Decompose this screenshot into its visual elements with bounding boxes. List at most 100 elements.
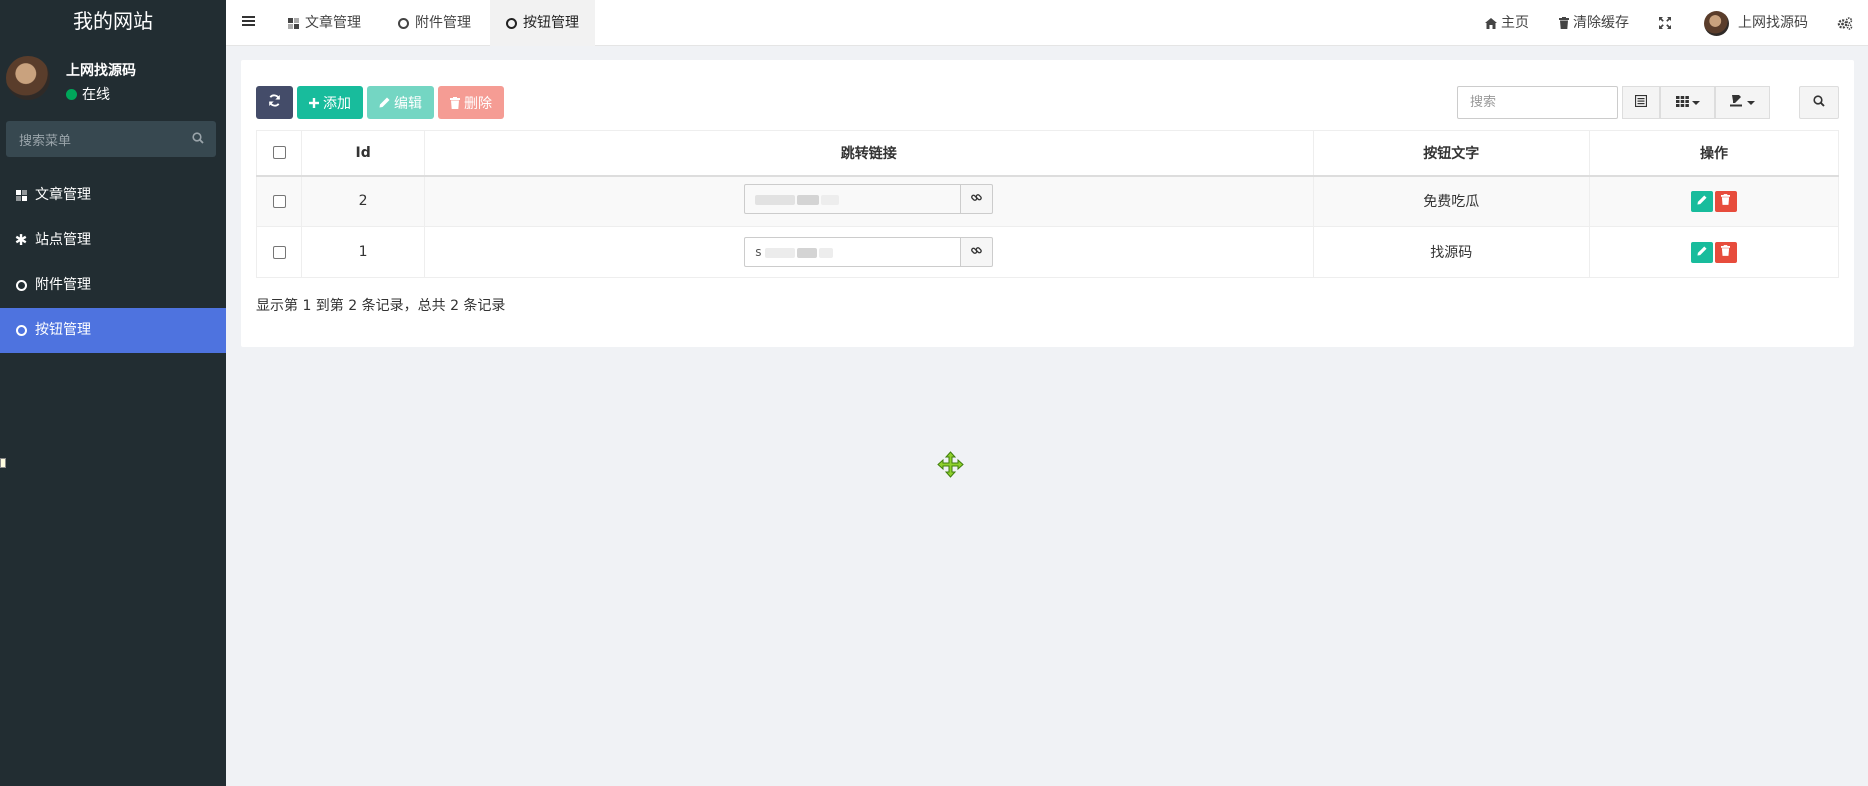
columns-dropdown-button[interactable] [1660,86,1715,119]
site-logo[interactable]: 我的网站 [0,0,226,44]
status-text: 在线 [82,87,110,103]
tab-attachments[interactable]: 附件管理 [382,0,487,46]
sidebar-item-buttons[interactable]: 按钮管理 [0,308,226,353]
refresh-icon [268,94,281,111]
avatar [1704,10,1729,36]
redacted-mark [821,195,840,206]
settings-icon[interactable] [1837,0,1853,46]
move-cursor-icon [937,451,964,482]
resize-handle[interactable] [0,458,6,468]
add-label: 添加 [323,95,351,112]
open-link-button[interactable] [961,184,994,215]
dashboard-icon [14,189,28,203]
link-value: s [755,245,762,259]
row-select-cell [255,226,303,278]
search-toggle-button[interactable] [1799,86,1839,119]
row-checkbox[interactable] [272,194,286,208]
home-icon [1485,17,1497,29]
trash-icon [1721,244,1731,260]
actions-cell [1588,226,1840,278]
row-delete-button[interactable] [1714,190,1737,212]
home-link[interactable]: 主页 [1485,0,1529,46]
redacted-mark [755,195,796,206]
tab-label: 文章管理 [305,15,361,31]
content-panel: 添加 编辑 删除 搜索 Id 跳转链接 按钮文字 操作 2 免费吃瓜 1 s 找… [241,60,1854,347]
trash-icon [450,96,460,109]
redacted-mark [765,248,796,258]
refresh-button[interactable] [256,86,293,119]
row-edit-button[interactable] [1690,241,1713,263]
user-name: 上网找源码 [66,63,136,79]
tab-buttons[interactable]: 按钮管理 [490,0,595,46]
text-cell: 免费吃瓜 [1312,175,1590,227]
sidebar-item-articles[interactable]: 文章管理 [0,173,226,218]
id-cell: 2 [301,175,425,227]
edit-button[interactable]: 编辑 [367,86,434,119]
sidebar-item-sites[interactable]: ✱ 站点管理 [0,218,226,263]
clear-cache-button[interactable]: 清除缓存 [1559,0,1629,46]
online-dot-icon [66,89,77,100]
avatar [6,56,50,100]
clear-cache-label: 清除缓存 [1573,15,1629,31]
topbar-username: 上网找源码 [1738,15,1808,31]
user-panel: 上网找源码 在线 [0,44,226,104]
link-icon [971,191,983,207]
table-search-input[interactable]: 搜索 [1457,86,1618,119]
export-dropdown-button[interactable] [1715,86,1770,119]
sidebar-item-label: 附件管理 [35,277,91,293]
export-icon [1730,94,1744,111]
table-row: 1 s 找源码 [255,226,1840,278]
table-row: 2 免费吃瓜 [255,175,1840,227]
redacted-mark [797,195,820,206]
column-header-text: 按钮文字 [1312,130,1590,177]
column-header-actions: 操作 [1588,130,1840,177]
pencil-icon [379,97,390,108]
edit-label: 编辑 [394,95,422,112]
redacted-mark [797,248,818,258]
tab-articles[interactable]: 文章管理 [272,0,377,46]
plus-icon [309,97,319,108]
sidebar-menu: 文章管理 ✱ 站点管理 附件管理 按钮管理 [0,173,226,353]
list-icon [1634,94,1648,111]
pagination-summary: 显示第 1 到第 2 条记录，总共 2 条记录 [256,298,506,314]
redacted-mark [819,248,834,258]
row-edit-button[interactable] [1690,190,1713,212]
search-placeholder: 搜索 [1470,95,1497,110]
delete-label: 删除 [464,95,492,112]
delete-button[interactable]: 删除 [438,86,504,119]
select-all-cell [255,130,303,177]
circle-icon [14,324,28,338]
grid-icon [1675,95,1689,111]
open-link-button[interactable] [961,237,994,267]
sidebar-item-label: 文章管理 [35,187,91,203]
data-table: Id 跳转链接 按钮文字 操作 2 免费吃瓜 1 s 找源码 [255,130,1840,278]
link-input[interactable] [744,184,962,215]
search-placeholder: 搜索菜单 [19,134,72,149]
chevron-down-icon [1691,100,1700,105]
menu-toggle-icon[interactable] [242,15,255,31]
circle-icon [398,17,409,29]
fullscreen-icon[interactable] [1659,0,1671,46]
sidebar-item-attachments[interactable]: 附件管理 [0,263,226,308]
link-input-group: s [744,237,994,267]
toggle-view-button[interactable] [1622,86,1660,119]
user-menu[interactable]: 上网找源码 [1704,0,1808,46]
select-all-checkbox[interactable] [272,146,286,160]
topbar: 文章管理 附件管理 按钮管理 主页 清除缓存 上网找源码 [226,0,1868,46]
row-delete-button[interactable] [1714,241,1737,263]
sidebar-search-input[interactable]: 搜索菜单 [6,121,216,157]
tab-label: 附件管理 [415,15,471,31]
search-icon[interactable] [192,132,204,148]
search-icon [1813,94,1825,111]
row-select-cell [255,175,303,227]
row-checkbox[interactable] [272,245,286,259]
trash-icon [1721,193,1731,209]
circle-icon [14,279,28,293]
column-header-link: 跳转链接 [423,130,1314,177]
table-header-row: Id 跳转链接 按钮文字 操作 [255,130,1840,177]
dashboard-icon [288,17,299,29]
trash-icon [1559,17,1569,29]
add-button[interactable]: 添加 [297,86,363,119]
column-header-id[interactable]: Id [301,130,425,177]
link-input[interactable]: s [744,237,962,267]
